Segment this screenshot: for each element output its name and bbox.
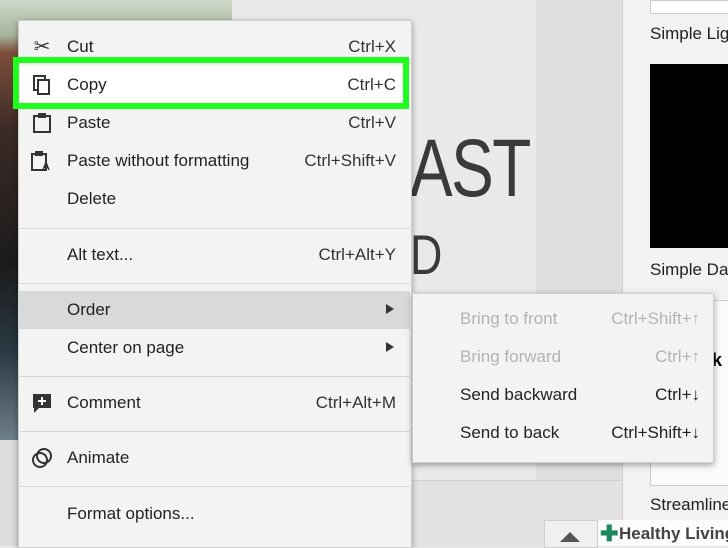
submenu-item-shortcut: Ctrl+Shift+↑: [611, 309, 700, 328]
arrow-up-icon: [560, 532, 580, 542]
menu-item-order[interactable]: Order: [18, 291, 410, 329]
submenu-item-shortcut: Ctrl+↓: [655, 385, 700, 404]
theme-thumbnail-simple-dark[interactable]: [650, 64, 728, 248]
menu-item-alt-text[interactable]: Alt text... Ctrl+Alt+Y: [18, 236, 410, 274]
canvas-gutter: [536, 0, 622, 546]
menu-item-label: Paste: [67, 113, 111, 132]
menu-item-delete[interactable]: Delete: [18, 180, 410, 218]
plus-cross-icon: ✚: [600, 521, 619, 546]
watermark-text: Healthy Living: [619, 524, 728, 543]
menu-item-label: Comment: [67, 393, 141, 412]
menu-item-format-options[interactable]: Format options...: [18, 495, 410, 533]
submenu-item-shortcut: Ctrl+Shift+↓: [611, 423, 700, 442]
menu-separator: [18, 228, 410, 229]
submenu-item-send-to-back[interactable]: Send to back Ctrl+Shift+↓: [412, 414, 712, 452]
submenu-item-label: Send backward: [460, 385, 578, 404]
scissors-icon: ✂: [33, 36, 51, 58]
submenu-arrow-icon: [386, 304, 394, 314]
menu-item-label: Paste without formatting: [67, 151, 250, 170]
menu-item-label: Animate: [67, 448, 130, 467]
submenu-item-label: Send to back: [460, 423, 560, 442]
animate-icon: [30, 447, 54, 469]
clipboard-icon: [30, 112, 54, 134]
slide-subtitle-text[interactable]: D: [410, 222, 442, 287]
submenu-item-label: Bring forward: [460, 347, 562, 366]
theme-thumbnail-simple-light[interactable]: [650, 0, 728, 14]
menu-item-label: Cut: [67, 37, 94, 56]
clipboard-text-icon: A: [30, 150, 54, 173]
theme-label-streamline: Streamline: [650, 495, 728, 514]
submenu-item-bring-forward: Bring forward Ctrl+↑: [412, 338, 712, 376]
menu-item-paste-without-formatting[interactable]: A Paste without formatting Ctrl+Shift+V: [18, 142, 410, 180]
submenu-item-send-backward[interactable]: Send backward Ctrl+↓: [412, 376, 712, 414]
menu-item-paste[interactable]: Paste Ctrl+V: [18, 104, 410, 142]
menu-item-shortcut: Ctrl+Alt+Y: [318, 245, 396, 264]
svg-text:A: A: [42, 161, 50, 172]
menu-item-shortcut: Ctrl+Shift+V: [304, 151, 396, 170]
menu-item-shortcut: Ctrl+V: [348, 113, 396, 132]
submenu-item-shortcut: Ctrl+↑: [655, 347, 700, 366]
theme-label-simple-dark: Simple Da: [650, 260, 728, 279]
menu-item-shortcut: Ctrl+Alt+M: [315, 393, 396, 412]
menu-item-label: Delete: [67, 189, 117, 208]
menu-item-label: Alt text...: [67, 245, 134, 264]
slide-title-text[interactable]: AST: [410, 122, 531, 216]
add-comment-icon: [30, 392, 54, 414]
copy-highlight-box: [13, 57, 409, 109]
menu-separator: [18, 486, 410, 487]
menu-separator: [18, 431, 410, 432]
menu-item-animate[interactable]: Animate: [18, 439, 410, 477]
menu-item-label: Order: [67, 300, 111, 319]
submenu-arrow-icon: [386, 342, 394, 352]
submenu-item-bring-to-front: Bring to front Ctrl+Shift+↑: [412, 300, 712, 338]
menu-separator: [18, 283, 410, 284]
submenu-item-label: Bring to front: [460, 309, 558, 328]
theme-label-simple-light: Simple Lig: [650, 24, 728, 43]
menu-item-comment[interactable]: Comment Ctrl+Alt+M: [18, 384, 410, 422]
menu-item-label: Format options...: [67, 504, 195, 523]
menu-item-center-on-page[interactable]: Center on page: [18, 329, 410, 367]
menu-item-label: Center on page: [67, 338, 185, 357]
menu-separator: [18, 376, 410, 377]
menu-item-shortcut: Ctrl+X: [348, 37, 396, 56]
